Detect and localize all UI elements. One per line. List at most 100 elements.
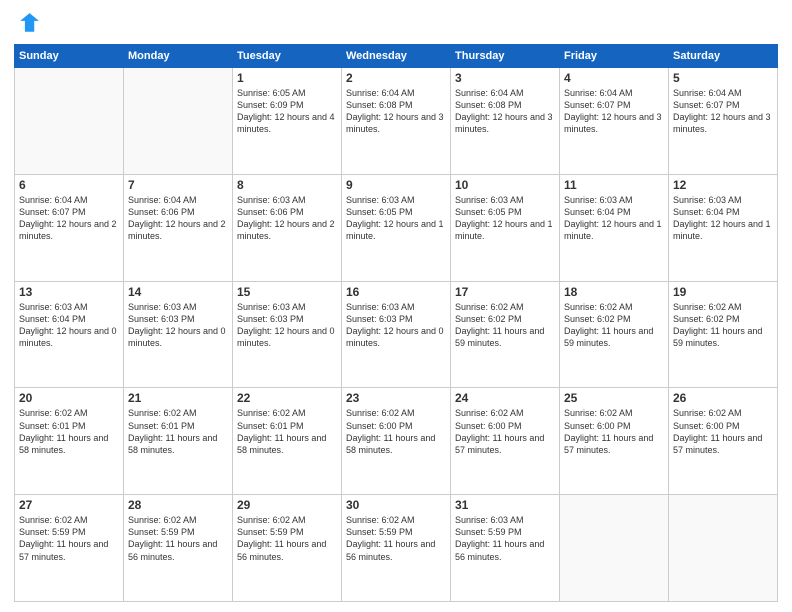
cell-info: Sunrise: 6:04 AM Sunset: 6:08 PM Dayligh…	[455, 87, 555, 136]
calendar-cell: 10 Sunrise: 6:03 AM Sunset: 6:05 PM Dayli…	[451, 174, 560, 281]
cell-info: Sunrise: 6:02 AM Sunset: 6:01 PM Dayligh…	[19, 407, 119, 456]
calendar-week-row: 6 Sunrise: 6:04 AM Sunset: 6:07 PM Daylig…	[15, 174, 778, 281]
calendar-cell: 6 Sunrise: 6:04 AM Sunset: 6:07 PM Daylig…	[15, 174, 124, 281]
weekday-header: Saturday	[669, 45, 778, 68]
calendar-cell: 22 Sunrise: 6:02 AM Sunset: 6:01 PM Dayli…	[233, 388, 342, 495]
cell-info: Sunrise: 6:02 AM Sunset: 6:02 PM Dayligh…	[455, 301, 555, 350]
calendar-cell: 18 Sunrise: 6:02 AM Sunset: 6:02 PM Dayli…	[560, 281, 669, 388]
calendar-cell: 25 Sunrise: 6:02 AM Sunset: 6:00 PM Dayli…	[560, 388, 669, 495]
calendar-cell: 5 Sunrise: 6:04 AM Sunset: 6:07 PM Daylig…	[669, 68, 778, 175]
cell-info: Sunrise: 6:04 AM Sunset: 6:06 PM Dayligh…	[128, 194, 228, 243]
cell-info: Sunrise: 6:02 AM Sunset: 6:00 PM Dayligh…	[455, 407, 555, 456]
day-number: 31	[455, 498, 555, 512]
weekday-header: Tuesday	[233, 45, 342, 68]
calendar-week-row: 27 Sunrise: 6:02 AM Sunset: 5:59 PM Dayli…	[15, 495, 778, 602]
day-number: 11	[564, 178, 664, 192]
day-number: 23	[346, 391, 446, 405]
day-number: 2	[346, 71, 446, 85]
calendar-week-row: 1Sunrise: 6:05 AM Sunset: 6:09 PM Daylig…	[15, 68, 778, 175]
cell-info: Sunrise: 6:04 AM Sunset: 6:07 PM Dayligh…	[19, 194, 119, 243]
cell-info: Sunrise: 6:03 AM Sunset: 6:03 PM Dayligh…	[346, 301, 446, 350]
day-number: 5	[673, 71, 773, 85]
calendar-cell	[15, 68, 124, 175]
calendar-week-row: 20 Sunrise: 6:02 AM Sunset: 6:01 PM Dayli…	[15, 388, 778, 495]
calendar-cell	[560, 495, 669, 602]
day-number: 10	[455, 178, 555, 192]
day-number: 22	[237, 391, 337, 405]
cell-info: Sunrise: 6:04 AM Sunset: 6:08 PM Dayligh…	[346, 87, 446, 136]
day-number: 1	[237, 71, 337, 85]
day-number: 3	[455, 71, 555, 85]
calendar-cell: 15 Sunrise: 6:03 AM Sunset: 6:03 PM Dayli…	[233, 281, 342, 388]
day-number: 16	[346, 285, 446, 299]
cell-info: Sunrise: 6:02 AM Sunset: 6:00 PM Dayligh…	[564, 407, 664, 456]
day-number: 8	[237, 178, 337, 192]
calendar-cell: 23 Sunrise: 6:02 AM Sunset: 6:00 PM Dayli…	[342, 388, 451, 495]
calendar-cell: 26 Sunrise: 6:02 AM Sunset: 6:00 PM Dayli…	[669, 388, 778, 495]
calendar-cell: 31 Sunrise: 6:03 AM Sunset: 5:59 PM Dayli…	[451, 495, 560, 602]
day-number: 17	[455, 285, 555, 299]
day-number: 24	[455, 391, 555, 405]
calendar-cell: 13 Sunrise: 6:03 AM Sunset: 6:04 PM Dayli…	[15, 281, 124, 388]
cell-info: Sunrise: 6:02 AM Sunset: 6:02 PM Dayligh…	[564, 301, 664, 350]
cell-info: Sunrise: 6:03 AM Sunset: 6:03 PM Dayligh…	[237, 301, 337, 350]
calendar-cell: 9 Sunrise: 6:03 AM Sunset: 6:05 PM Daylig…	[342, 174, 451, 281]
logo	[14, 10, 46, 38]
day-number: 6	[19, 178, 119, 192]
calendar-cell: 14Sunrise: 6:03 AM Sunset: 6:03 PM Dayli…	[124, 281, 233, 388]
cell-info: Sunrise: 6:03 AM Sunset: 6:03 PM Dayligh…	[128, 301, 228, 350]
calendar-cell: 21 Sunrise: 6:02 AM Sunset: 6:01 PM Dayli…	[124, 388, 233, 495]
calendar-cell: 1Sunrise: 6:05 AM Sunset: 6:09 PM Daylig…	[233, 68, 342, 175]
calendar-cell: 17 Sunrise: 6:02 AM Sunset: 6:02 PM Dayli…	[451, 281, 560, 388]
calendar-cell: 16 Sunrise: 6:03 AM Sunset: 6:03 PM Dayli…	[342, 281, 451, 388]
cell-info: Sunrise: 6:02 AM Sunset: 6:01 PM Dayligh…	[128, 407, 228, 456]
cell-info: Sunrise: 6:02 AM Sunset: 5:59 PM Dayligh…	[346, 514, 446, 563]
day-number: 30	[346, 498, 446, 512]
calendar-cell: 30 Sunrise: 6:02 AM Sunset: 5:59 PM Dayli…	[342, 495, 451, 602]
cell-info: Sunrise: 6:02 AM Sunset: 6:00 PM Dayligh…	[346, 407, 446, 456]
day-number: 7	[128, 178, 228, 192]
day-number: 25	[564, 391, 664, 405]
day-number: 18	[564, 285, 664, 299]
cell-info: Sunrise: 6:03 AM Sunset: 6:04 PM Dayligh…	[19, 301, 119, 350]
calendar-cell: 4Sunrise: 6:04 AM Sunset: 6:07 PM Daylig…	[560, 68, 669, 175]
cell-info: Sunrise: 6:02 AM Sunset: 5:59 PM Dayligh…	[237, 514, 337, 563]
calendar-table: SundayMondayTuesdayWednesdayThursdayFrid…	[14, 44, 778, 602]
day-number: 12	[673, 178, 773, 192]
cell-info: Sunrise: 6:02 AM Sunset: 5:59 PM Dayligh…	[19, 514, 119, 563]
calendar-cell: 12Sunrise: 6:03 AM Sunset: 6:04 PM Dayli…	[669, 174, 778, 281]
cell-info: Sunrise: 6:02 AM Sunset: 6:00 PM Dayligh…	[673, 407, 773, 456]
weekday-header: Sunday	[15, 45, 124, 68]
day-number: 13	[19, 285, 119, 299]
cell-info: Sunrise: 6:02 AM Sunset: 6:02 PM Dayligh…	[673, 301, 773, 350]
calendar-week-row: 13 Sunrise: 6:03 AM Sunset: 6:04 PM Dayli…	[15, 281, 778, 388]
day-number: 26	[673, 391, 773, 405]
logo-icon	[14, 10, 42, 38]
calendar-cell: 20 Sunrise: 6:02 AM Sunset: 6:01 PM Dayli…	[15, 388, 124, 495]
cell-info: Sunrise: 6:02 AM Sunset: 5:59 PM Dayligh…	[128, 514, 228, 563]
cell-info: Sunrise: 6:03 AM Sunset: 5:59 PM Dayligh…	[455, 514, 555, 563]
cell-info: Sunrise: 6:03 AM Sunset: 6:06 PM Dayligh…	[237, 194, 337, 243]
day-number: 21	[128, 391, 228, 405]
calendar-cell: 11Sunrise: 6:03 AM Sunset: 6:04 PM Dayli…	[560, 174, 669, 281]
day-number: 27	[19, 498, 119, 512]
calendar-cell: 29 Sunrise: 6:02 AM Sunset: 5:59 PM Dayli…	[233, 495, 342, 602]
weekday-header: Monday	[124, 45, 233, 68]
day-number: 29	[237, 498, 337, 512]
day-number: 15	[237, 285, 337, 299]
calendar-cell	[124, 68, 233, 175]
cell-info: Sunrise: 6:02 AM Sunset: 6:01 PM Dayligh…	[237, 407, 337, 456]
calendar-cell: 3 Sunrise: 6:04 AM Sunset: 6:08 PM Daylig…	[451, 68, 560, 175]
cell-info: Sunrise: 6:03 AM Sunset: 6:05 PM Dayligh…	[346, 194, 446, 243]
weekday-header: Thursday	[451, 45, 560, 68]
cell-info: Sunrise: 6:04 AM Sunset: 6:07 PM Dayligh…	[564, 87, 664, 136]
day-number: 9	[346, 178, 446, 192]
calendar-cell: 27 Sunrise: 6:02 AM Sunset: 5:59 PM Dayli…	[15, 495, 124, 602]
cell-info: Sunrise: 6:03 AM Sunset: 6:05 PM Dayligh…	[455, 194, 555, 243]
calendar-cell: 19 Sunrise: 6:02 AM Sunset: 6:02 PM Dayli…	[669, 281, 778, 388]
cell-info: Sunrise: 6:04 AM Sunset: 6:07 PM Dayligh…	[673, 87, 773, 136]
day-number: 19	[673, 285, 773, 299]
header	[14, 10, 778, 38]
day-number: 20	[19, 391, 119, 405]
calendar-cell: 8 Sunrise: 6:03 AM Sunset: 6:06 PM Daylig…	[233, 174, 342, 281]
